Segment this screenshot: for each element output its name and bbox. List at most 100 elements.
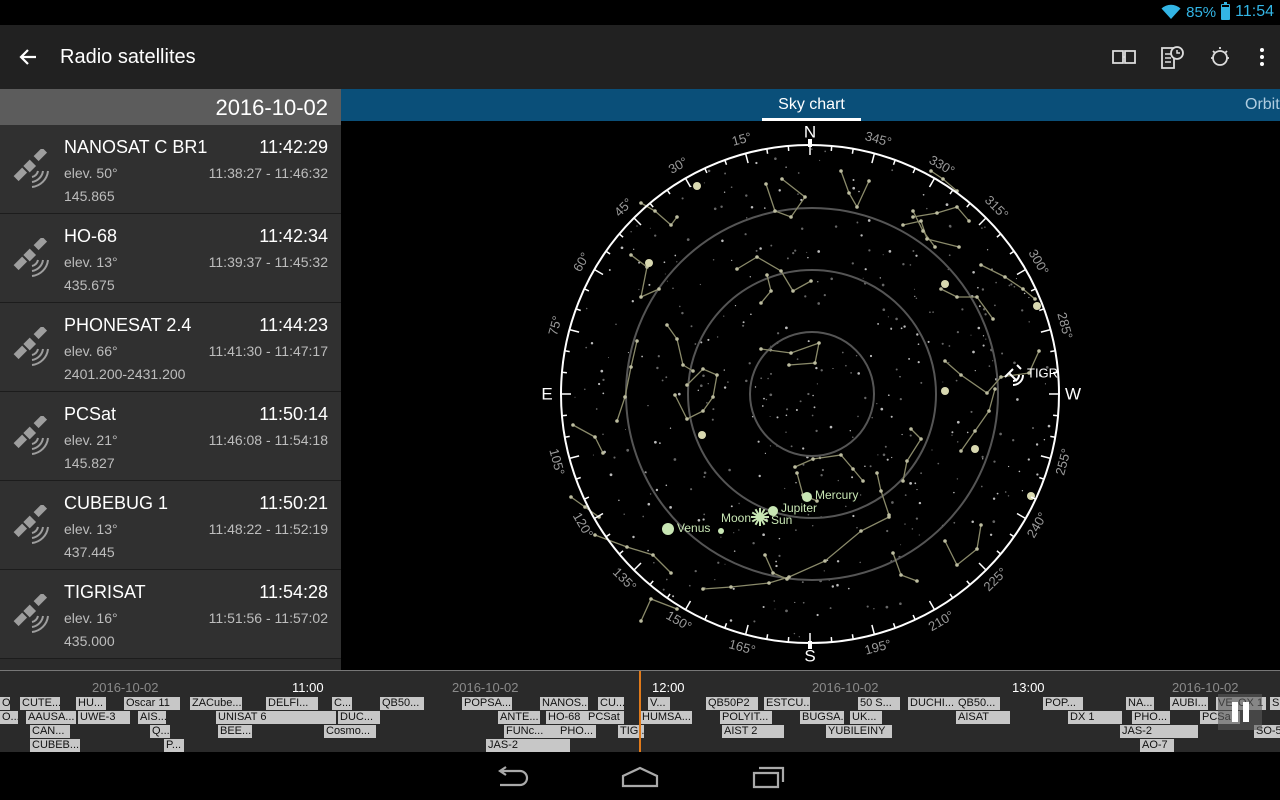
- timeline-pass[interactable]: POP...: [1043, 697, 1083, 710]
- timeline-pass[interactable]: BEE...: [218, 725, 252, 738]
- timeline-pass[interactable]: HU...: [76, 697, 106, 710]
- pause-button[interactable]: [1218, 694, 1262, 730]
- timeline-pass[interactable]: UNISAT 6: [216, 711, 336, 724]
- timeline-pass[interactable]: QB50...: [380, 697, 424, 710]
- list-item[interactable]: NANOSAT C BR1 11:42:29 elev. 50° 11:38:2…: [0, 125, 341, 214]
- constellation-star: [763, 553, 767, 557]
- timeline-pass[interactable]: HO-68: [546, 711, 586, 724]
- bright-star: [1033, 302, 1041, 310]
- timeline-pass[interactable]: POPSA...: [462, 697, 512, 710]
- timeline-pass[interactable]: UWE-3: [78, 711, 130, 724]
- night-mode-icon[interactable]: [1196, 33, 1244, 81]
- timeline-pass[interactable]: 50 S...: [858, 697, 900, 710]
- tab-sky-chart[interactable]: Sky chart: [762, 89, 861, 121]
- list-item[interactable]: PHONESAT 2.4 11:44:23 elev. 66° 11:41:30…: [0, 303, 341, 392]
- tab-orbit[interactable]: Orbit: [1245, 89, 1280, 121]
- timeline-pass[interactable]: AIST 2: [722, 725, 784, 738]
- timeline-pass[interactable]: AISAT: [956, 711, 1010, 724]
- azimuth-label: 15°: [730, 129, 753, 149]
- moon-marker[interactable]: [718, 528, 724, 534]
- pass-elevation: elev. 21°: [64, 432, 118, 448]
- timeline-pass[interactable]: ESTCU...: [764, 697, 810, 710]
- timeline-pass[interactable]: DUCHI...: [908, 697, 956, 710]
- timeline-pass[interactable]: AO-7: [1140, 739, 1174, 752]
- satellite-frequency: 145.827: [64, 455, 115, 471]
- timeline-pass[interactable]: YUBILEINY: [826, 725, 892, 738]
- timeline-pass[interactable]: CU...: [598, 697, 624, 710]
- timeline-pass[interactable]: O...: [0, 711, 18, 724]
- constellation-star: [639, 619, 643, 623]
- timeline-pass[interactable]: PHO...: [558, 725, 596, 738]
- timeline-pass[interactable]: V...: [648, 697, 670, 710]
- timeline-pass[interactable]: DUC...: [338, 711, 380, 724]
- star: [1001, 352, 1004, 355]
- satellite-frequency: 145.865: [64, 188, 115, 204]
- timeline-pass[interactable]: POLYIT...: [720, 711, 772, 724]
- venus-marker[interactable]: [662, 523, 674, 535]
- home-nav-icon[interactable]: [610, 760, 670, 794]
- star: [795, 481, 797, 484]
- timeline-pass[interactable]: P...: [164, 739, 184, 752]
- constellation-star: [905, 459, 909, 463]
- star: [816, 613, 819, 617]
- timeline-pass[interactable]: Oscar 11: [124, 697, 180, 710]
- timeline-pass[interactable]: QB50P2: [706, 697, 758, 710]
- timeline-pass[interactable]: DX 1: [1068, 711, 1122, 724]
- timeline-pass[interactable]: AAUSA...: [26, 711, 76, 724]
- pass-timeline[interactable]: 11:00 12:00 13:00 2016-10-02 2016-10-02 2016-…: [0, 670, 1280, 752]
- sun-marker[interactable]: [751, 508, 769, 526]
- timeline-pass[interactable]: Q...: [150, 725, 170, 738]
- star: [618, 499, 620, 502]
- more-icon[interactable]: [1244, 33, 1280, 81]
- schedule-icon[interactable]: [1148, 33, 1196, 81]
- timeline-pass[interactable]: NA...: [1126, 697, 1154, 710]
- timeline-pass[interactable]: ANTE...: [498, 711, 540, 724]
- timeline-pass[interactable]: ZACube...: [190, 697, 242, 710]
- bright-star: [971, 445, 979, 453]
- sky-chart[interactable]: 15° 30° 45° 60° 75° 105° 120° 135° 150° 165° 195° 2…: [341, 121, 1280, 670]
- timeline-pass[interactable]: QB50...: [956, 697, 1000, 710]
- constellation-star: [919, 437, 923, 441]
- constellation-star: [803, 195, 807, 199]
- constellation-star: [941, 177, 945, 181]
- star: [996, 492, 999, 495]
- timeline-pass[interactable]: PCSat: [586, 711, 624, 724]
- timeline-pass[interactable]: UK...: [850, 711, 882, 724]
- timeline-pass[interactable]: BUGSA...: [800, 711, 844, 724]
- timeline-pass[interactable]: DELFI...: [266, 697, 318, 710]
- star: [895, 317, 898, 321]
- star: [1010, 283, 1013, 286]
- timeline-pass[interactable]: NANOS...: [540, 697, 588, 710]
- back-nav-icon[interactable]: [482, 760, 542, 794]
- timeline-pass[interactable]: JAS-2: [486, 739, 570, 752]
- timeline-pass[interactable]: CUBEB...: [30, 739, 80, 752]
- book-icon[interactable]: [1100, 33, 1148, 81]
- azimuth-tick: [666, 593, 671, 599]
- timeline-pass[interactable]: AIS...: [138, 711, 166, 724]
- timeline-pass[interactable]: AUBI...: [1170, 697, 1208, 710]
- timeline-pass[interactable]: HUMSA...: [640, 711, 692, 724]
- list-item[interactable]: HO-68 11:42:34 elev. 13° 11:39:37 - 11:4…: [0, 214, 341, 303]
- list-item[interactable]: CUBEBUG 1 11:50:21 elev. 13° 11:48:22 - …: [0, 481, 341, 570]
- constellation-star: [1033, 297, 1037, 301]
- sky-chart-canvas[interactable]: 15°30°45°60°75°105°120°135°150°165° 195°2…: [341, 121, 1280, 670]
- list-item[interactable]: PCSat 11:50:14 elev. 21° 11:46:08 - 11:5…: [0, 392, 341, 481]
- timeline-pass[interactable]: S: [1270, 697, 1280, 710]
- star: [681, 197, 684, 200]
- timeline-pass[interactable]: CAN...: [30, 725, 70, 738]
- timeline-pass[interactable]: CUTE...: [20, 697, 60, 710]
- star: [1004, 491, 1007, 493]
- timeline-pass[interactable]: Cosmo...: [324, 725, 376, 738]
- recents-nav-icon[interactable]: [738, 760, 798, 794]
- list-item[interactable]: TIGRISAT 11:54:28 elev. 16° 11:51:56 - 1…: [0, 570, 341, 659]
- star: [820, 369, 823, 372]
- satellite-name: TIGRISAT: [64, 582, 146, 602]
- timeline-pass[interactable]: PHO...: [1132, 711, 1170, 724]
- timeline-pass[interactable]: JAS-2: [1120, 725, 1198, 738]
- back-arrow-icon[interactable]: [12, 41, 44, 73]
- star: [749, 276, 751, 278]
- timeline-pass[interactable]: FUNc...: [504, 725, 566, 738]
- timeline-pass[interactable]: OS: [0, 697, 10, 710]
- timeline-pass[interactable]: C...: [332, 697, 352, 710]
- star: [913, 288, 916, 290]
